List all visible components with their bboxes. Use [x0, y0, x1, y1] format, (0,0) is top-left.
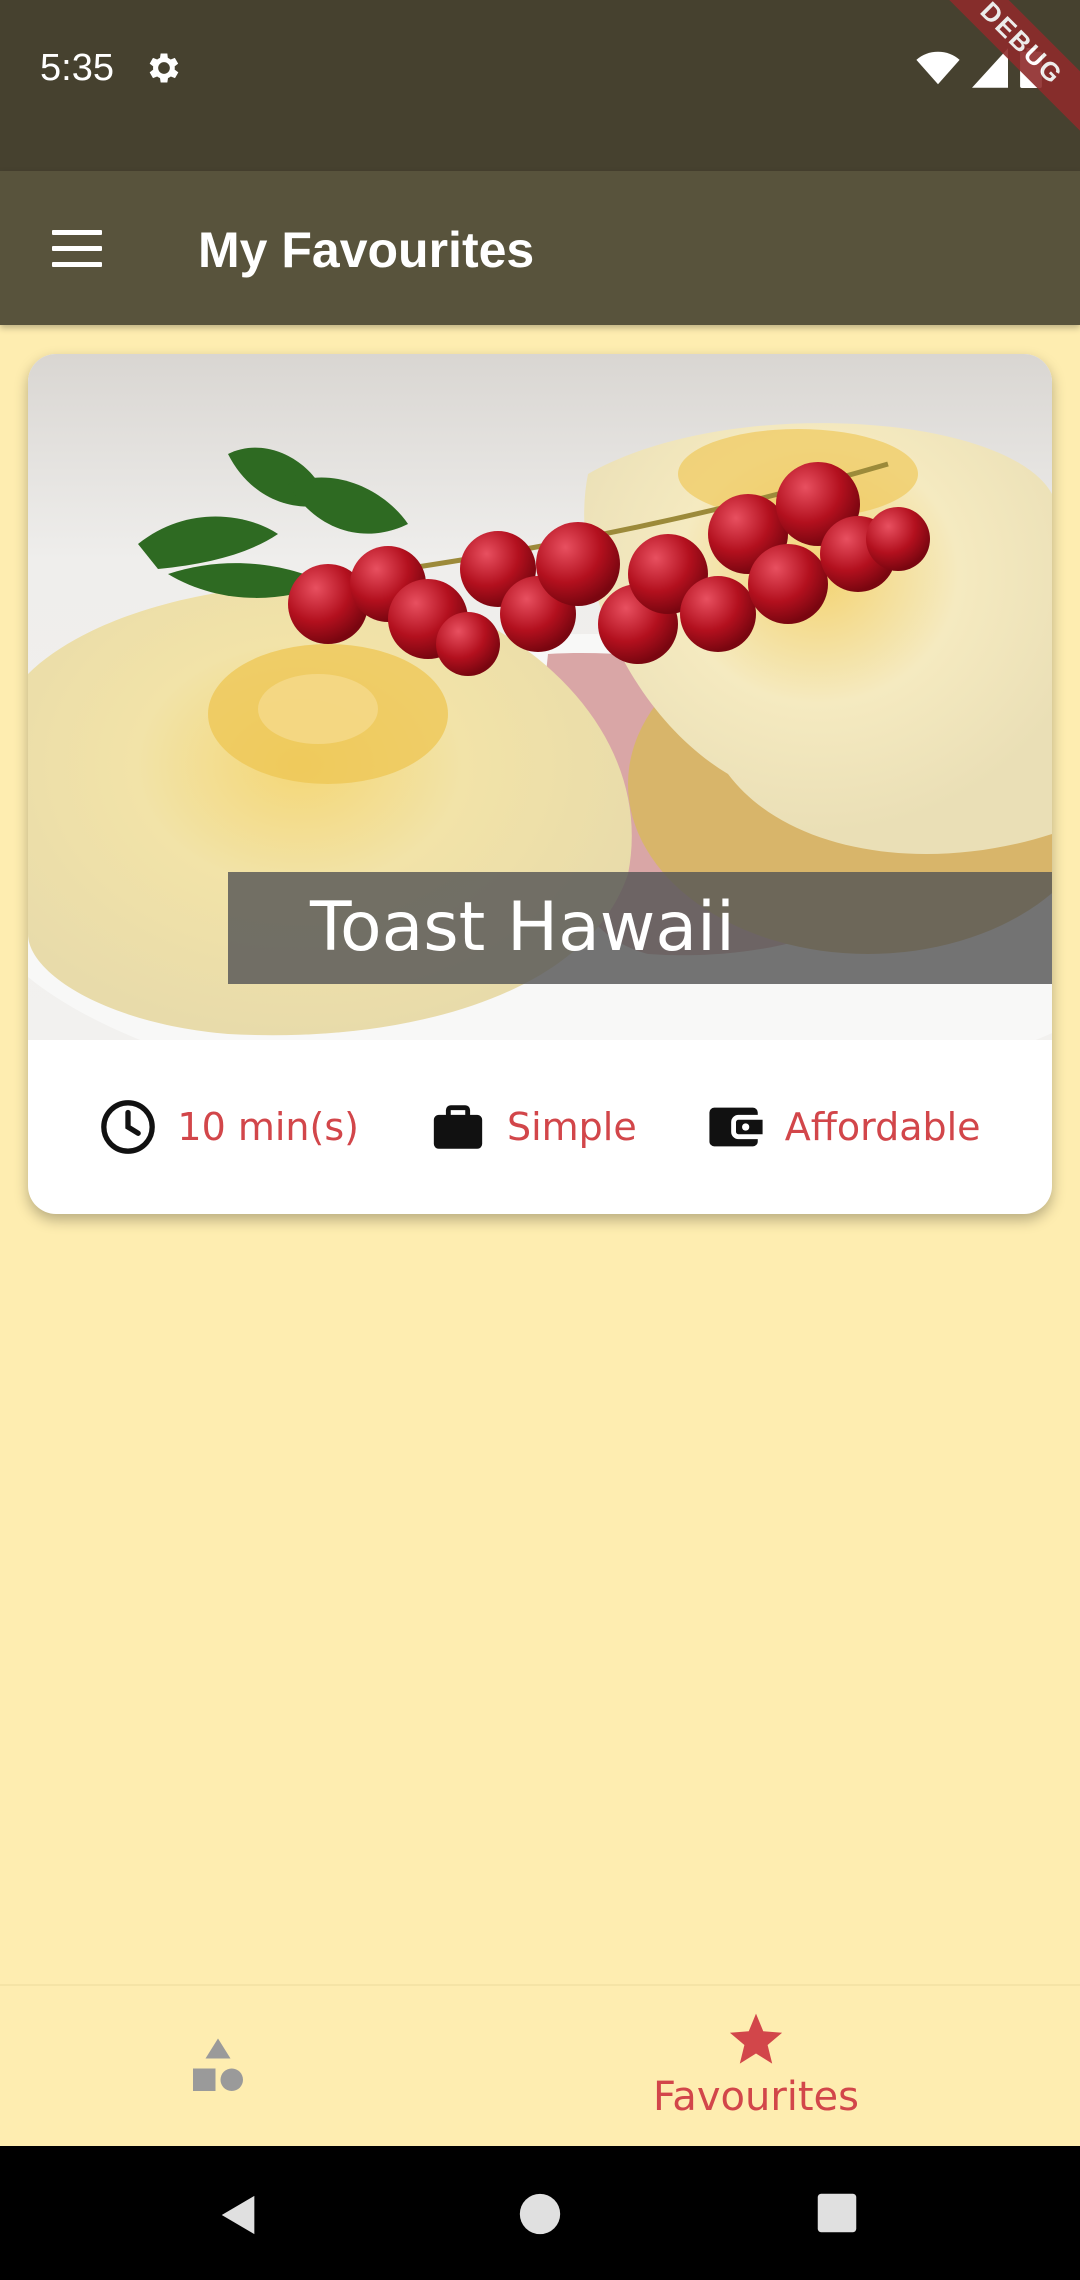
- meal-title: Toast Hawaii: [310, 888, 735, 967]
- wifi-icon: [916, 51, 960, 85]
- app-bar: [0, 171, 1080, 325]
- star-icon: [729, 2013, 783, 2064]
- meal-meta-row: 10 min(s) Simple Affordable: [28, 1040, 1052, 1214]
- nav-item-favourites[interactable]: Favourites: [640, 2010, 872, 2128]
- nav-item-categories[interactable]: [120, 2016, 316, 2116]
- home-icon[interactable]: [518, 2192, 562, 2236]
- complexity-label: Simple: [506, 1105, 637, 1149]
- meta-complexity: Simple: [429, 1098, 637, 1156]
- page-title: My Favourites: [198, 222, 535, 278]
- meal-card[interactable]: Toast Hawaii 10 min(s) Simple Affordable: [28, 354, 1052, 1214]
- category-shapes-icon: [193, 2038, 243, 2091]
- affordability-label: Affordable: [784, 1105, 981, 1149]
- meal-title-overlay: Toast Hawaii: [228, 872, 1052, 984]
- clock-icon: [101, 1100, 156, 1154]
- wallet-icon: [709, 1107, 763, 1147]
- menu-icon[interactable]: [48, 222, 106, 274]
- status-time: 5:35: [40, 47, 114, 89]
- nav-favourites-label: Favourites: [652, 2074, 860, 2120]
- back-icon[interactable]: [216, 2192, 262, 2238]
- briefcase-icon: [433, 1105, 483, 1149]
- duration-label: 10 min(s): [177, 1105, 359, 1149]
- recents-icon[interactable]: [816, 2192, 858, 2234]
- status-bar: 5:35 DEBUG: [0, 0, 1080, 171]
- meta-affordability: Affordable: [707, 1098, 981, 1156]
- meta-duration: 10 min(s): [99, 1098, 359, 1156]
- gear-icon: [149, 53, 179, 83]
